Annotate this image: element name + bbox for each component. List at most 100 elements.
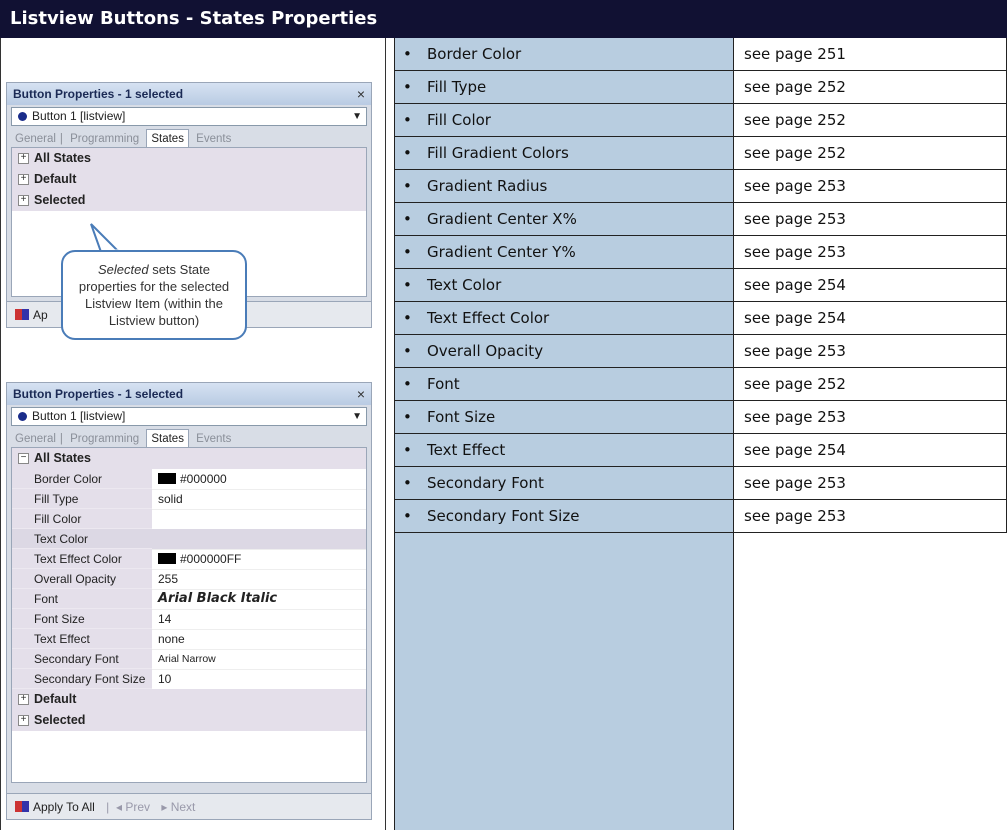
group-default[interactable]: + Default: [12, 169, 366, 190]
page-reference: see page 252: [734, 104, 1007, 137]
property-value[interactable]: #000000: [152, 469, 366, 490]
property-row[interactable]: Secondary Font Arial Narrow: [12, 649, 366, 670]
chevron-down-icon[interactable]: ▼: [352, 408, 362, 425]
property-value[interactable]: Arial Black Italic: [152, 589, 366, 610]
apply-to-all-button[interactable]: Ap: [33, 308, 48, 322]
page-reference: see page 253: [734, 467, 1007, 500]
property-value[interactable]: solid: [152, 489, 366, 510]
apply-icon: [15, 801, 29, 812]
property-value[interactable]: Arial Narrow: [152, 649, 366, 670]
property-name: • Overall Opacity: [394, 335, 734, 368]
tab-general[interactable]: General: [11, 430, 60, 448]
panel-tabs: General | Programming States Events: [11, 129, 367, 148]
property-row[interactable]: Border Color #000000: [12, 469, 366, 490]
property-name: • Gradient Center X%: [394, 203, 734, 236]
property-name: • Text Color: [394, 269, 734, 302]
property-name: • Secondary Font: [394, 467, 734, 500]
tab-general[interactable]: General: [11, 130, 60, 148]
property-value[interactable]: 255: [152, 569, 366, 590]
panel-title: Button Properties - 1 selected: [7, 83, 371, 105]
expand-icon[interactable]: +: [18, 174, 29, 185]
expand-icon[interactable]: +: [18, 694, 29, 705]
property-row[interactable]: Secondary Font Size 10: [12, 669, 366, 690]
page-reference: see page 252: [734, 71, 1007, 104]
property-name: • Text Effect: [394, 434, 734, 467]
property-name: • Fill Color: [394, 104, 734, 137]
page-reference: see page 253: [734, 335, 1007, 368]
page-reference: see page 253: [734, 170, 1007, 203]
tab-events[interactable]: Events: [192, 130, 235, 148]
panel-title: Button Properties - 1 selected: [7, 383, 371, 405]
button-dot-icon: [18, 412, 27, 421]
property-value[interactable]: [152, 509, 366, 530]
next-button[interactable]: Next: [171, 800, 196, 814]
property-name: • Fill Type: [394, 71, 734, 104]
property-name: • Border Color: [394, 38, 734, 71]
property-row[interactable]: Overall Opacity 255: [12, 569, 366, 590]
group-selected[interactable]: + Selected: [12, 190, 366, 211]
apply-to-all-button[interactable]: Apply To All: [33, 800, 95, 814]
close-icon[interactable]: ×: [357, 383, 365, 405]
group-selected[interactable]: + Selected: [12, 710, 366, 731]
button-select-value: Button 1 [listview]: [32, 109, 126, 123]
panel-footer: Apply To All | ◂ Prev ▸ Next: [7, 793, 371, 819]
page-reference: see page 251: [734, 38, 1007, 71]
property-row[interactable]: Text Effect none: [12, 629, 366, 650]
page-reference: see page 254: [734, 302, 1007, 335]
property-row[interactable]: Font Size 14: [12, 609, 366, 630]
property-name: • Secondary Font Size: [394, 500, 734, 533]
expand-icon[interactable]: +: [18, 715, 29, 726]
property-key: Text Color: [12, 529, 152, 549]
property-name: • Gradient Center Y%: [394, 236, 734, 269]
collapse-icon[interactable]: −: [18, 453, 29, 464]
tab-programming[interactable]: Programming: [66, 430, 143, 448]
color-swatch: [158, 473, 176, 484]
property-key: Text Effect: [12, 629, 152, 649]
property-value[interactable]: #000000FF: [152, 549, 366, 570]
tab-states[interactable]: States: [146, 429, 189, 448]
page-reference: see page 254: [734, 434, 1007, 467]
property-row[interactable]: Fill Type solid: [12, 489, 366, 510]
property-value[interactable]: 10: [152, 669, 366, 690]
property-key: Secondary Font: [12, 649, 152, 669]
property-row[interactable]: Text Effect Color #000000FF: [12, 549, 366, 570]
panel-tabs: General | Programming States Events: [11, 429, 367, 448]
button-select[interactable]: Button 1 [listview] ▼: [11, 107, 367, 126]
group-default[interactable]: + Default: [12, 689, 366, 710]
group-all-states[interactable]: + All States: [12, 148, 366, 169]
tab-states[interactable]: States: [146, 129, 189, 148]
page-title: Listview Buttons - States Properties: [0, 0, 1007, 38]
property-value[interactable]: 14: [152, 609, 366, 630]
group-all-states[interactable]: − All States: [12, 448, 366, 469]
property-name: • Fill Gradient Colors: [394, 137, 734, 170]
expand-icon[interactable]: +: [18, 195, 29, 206]
button-properties-panel-expanded: Button Properties - 1 selected × Button …: [6, 382, 372, 820]
button-dot-icon: [18, 112, 27, 121]
property-row[interactable]: Font Arial Black Italic: [12, 589, 366, 610]
property-key: Font: [12, 589, 152, 609]
close-icon[interactable]: ×: [357, 83, 365, 105]
tab-events[interactable]: Events: [192, 430, 235, 448]
property-row[interactable]: Fill Color: [12, 509, 366, 530]
chevron-down-icon[interactable]: ▼: [352, 108, 362, 125]
property-row[interactable]: Text Color: [12, 529, 366, 550]
page-reference: see page 253: [734, 500, 1007, 533]
page-reference: see page 254: [734, 269, 1007, 302]
page-reference: see page 253: [734, 203, 1007, 236]
tab-programming[interactable]: Programming: [66, 130, 143, 148]
button-select[interactable]: Button 1 [listview] ▼: [11, 407, 367, 426]
color-swatch: [158, 553, 176, 564]
property-key: Fill Color: [12, 509, 152, 529]
property-name: • Gradient Radius: [394, 170, 734, 203]
property-name: • Font: [394, 368, 734, 401]
property-key: Secondary Font Size: [12, 669, 152, 689]
page-reference: see page 253: [734, 236, 1007, 269]
prev-button[interactable]: Prev: [125, 800, 150, 814]
expand-icon[interactable]: +: [18, 153, 29, 164]
property-key: Overall Opacity: [12, 569, 152, 589]
property-value[interactable]: none: [152, 629, 366, 650]
property-name: • Font Size: [394, 401, 734, 434]
properties-grid: − All States Border Color #000000 Fill Type…: [11, 447, 367, 783]
callout-note: Selected sets State properties for the s…: [61, 250, 247, 340]
property-value[interactable]: [152, 529, 366, 550]
